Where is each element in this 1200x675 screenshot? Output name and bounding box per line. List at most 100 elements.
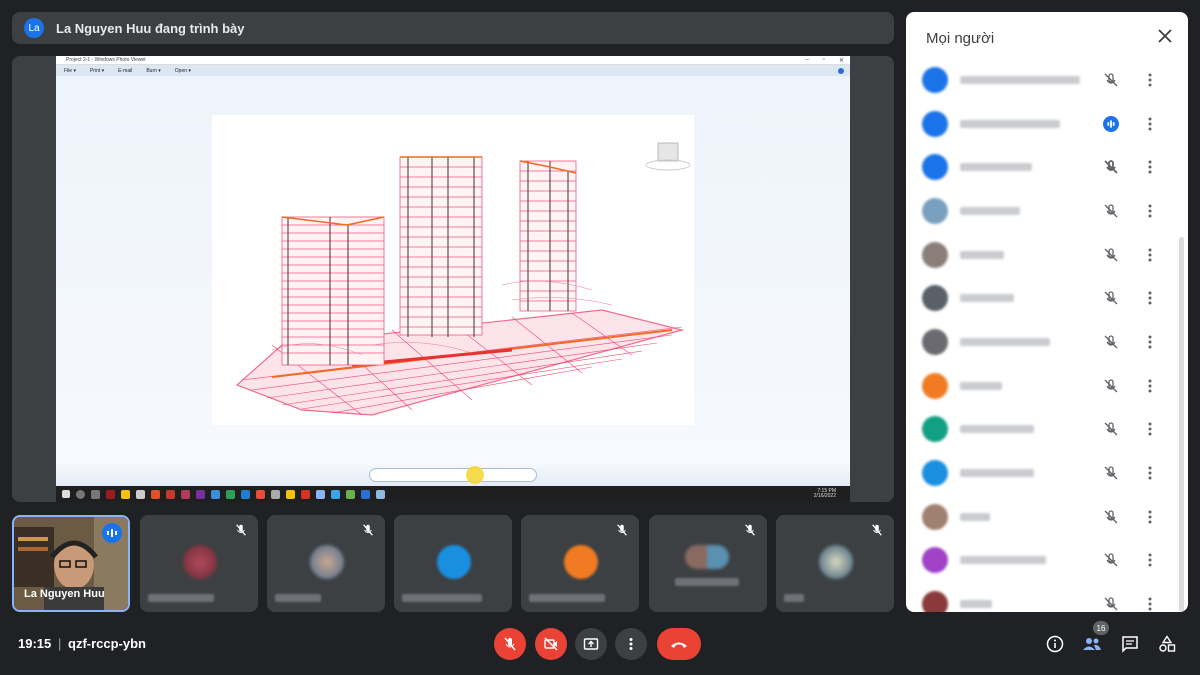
- participant-name: [148, 594, 214, 602]
- participant-avatar: [437, 545, 471, 579]
- participant-row[interactable]: [906, 189, 1176, 233]
- viewer-toolbar-controls: [369, 466, 537, 484]
- participant-row[interactable]: [906, 451, 1176, 495]
- participant-avatar: [922, 110, 948, 137]
- meeting-code: qzf-rccp-ybn: [68, 636, 146, 651]
- participant-name: [960, 337, 1050, 346]
- viewer-window-title: Project 2-1 - Windows Photo Viewer: [66, 57, 146, 63]
- window-controls: – ▫ ✕: [805, 56, 844, 64]
- present-screen-button[interactable]: [575, 628, 607, 660]
- app-icon: [271, 489, 280, 499]
- participant-row[interactable]: [906, 364, 1176, 408]
- participant-avatar: [922, 372, 948, 399]
- close-icon[interactable]: [1158, 29, 1172, 43]
- viewer-title-bar: Project 2-1 - Windows Photo Viewer – ▫ ✕: [56, 56, 850, 65]
- more-vert-icon[interactable]: [1142, 247, 1158, 263]
- more-vert-icon[interactable]: [1142, 596, 1158, 612]
- participant-tile[interactable]: [521, 515, 639, 612]
- more-vert-icon[interactable]: [1142, 116, 1158, 132]
- more-vert-icon[interactable]: [1142, 421, 1158, 437]
- participant-list: [906, 58, 1176, 612]
- more-vert-icon[interactable]: [1142, 72, 1158, 88]
- more-vert-icon[interactable]: [1142, 552, 1158, 568]
- speaking-indicator-icon: [1103, 115, 1119, 132]
- participant-name: [960, 119, 1060, 128]
- participant-row[interactable]: [906, 320, 1176, 364]
- taskbar-date: 2/16/2022: [813, 493, 836, 499]
- participant-tile[interactable]: [649, 515, 767, 612]
- participant-tile[interactable]: [776, 515, 894, 612]
- app-icon: [301, 489, 310, 499]
- app-icon: [151, 489, 160, 499]
- microphone-toggle-button[interactable]: [494, 628, 526, 660]
- viewer-menu-bar: File ▾ Print ▾ E-mail Burn ▾ Open ▾: [56, 65, 850, 76]
- more-vert-icon[interactable]: [1142, 290, 1158, 306]
- app-icon: [211, 489, 220, 499]
- participant-name: [960, 600, 992, 609]
- more-vert-icon[interactable]: [1142, 203, 1158, 219]
- self-video-tile[interactable]: La Nguyen Huu: [12, 515, 130, 612]
- participant-name: [784, 594, 804, 602]
- participant-tile[interactable]: [267, 515, 385, 612]
- people-panel-title: Mọi người: [926, 30, 995, 47]
- participant-tile[interactable]: [140, 515, 258, 612]
- activities-icon: [1159, 635, 1176, 652]
- more-vert-icon[interactable]: [1142, 378, 1158, 394]
- participant-name: [529, 594, 605, 602]
- viewer-menu-open: Open ▾: [174, 67, 191, 74]
- mic-off-icon: [1104, 73, 1118, 87]
- panel-scrollbar[interactable]: [1179, 237, 1184, 612]
- leave-call-button[interactable]: [657, 628, 701, 660]
- app-icon: [121, 489, 130, 499]
- presentation-stage[interactable]: Project 2-1 - Windows Photo Viewer – ▫ ✕ F…: [12, 56, 894, 502]
- participant-row[interactable]: [906, 539, 1176, 583]
- participant-row[interactable]: [906, 145, 1176, 189]
- mic-off-icon: [1104, 379, 1118, 393]
- participant-name: [960, 512, 990, 521]
- mic-off-icon: [1104, 466, 1118, 480]
- more-vert-icon[interactable]: [1142, 159, 1158, 175]
- chat-button[interactable]: [1120, 634, 1140, 654]
- viewer-menu-file: File ▾: [64, 67, 76, 74]
- participant-row[interactable]: [906, 233, 1176, 277]
- participant-row[interactable]: [906, 276, 1176, 320]
- building-model-image: [212, 115, 694, 425]
- participant-row[interactable]: [906, 58, 1176, 102]
- activities-button[interactable]: [1157, 634, 1177, 654]
- info-icon: [1046, 635, 1064, 653]
- presenter-banner: La La Nguyen Huu đang trình bày: [12, 12, 894, 44]
- camera-toggle-button[interactable]: [535, 628, 567, 660]
- participant-avatar: [922, 285, 948, 312]
- windows-taskbar: 7:15 PM 2/16/2022: [56, 486, 850, 502]
- participant-avatar: [922, 241, 948, 268]
- viewer-menu-burn: Burn ▾: [146, 67, 161, 74]
- mic-off-icon: [363, 524, 373, 536]
- participant-name: [960, 250, 1004, 259]
- app-icon: [166, 489, 175, 499]
- more-vert-icon[interactable]: [1142, 509, 1158, 525]
- help-icon: [838, 67, 844, 74]
- mic-off-icon: [1104, 291, 1118, 305]
- more-vert-icon[interactable]: [1142, 465, 1158, 481]
- more-options-button[interactable]: [615, 628, 647, 660]
- mic-off-icon: [1104, 335, 1118, 349]
- present-icon: [583, 638, 599, 650]
- people-button[interactable]: [1082, 634, 1102, 654]
- participant-tile[interactable]: [394, 515, 512, 612]
- participant-row[interactable]: [906, 582, 1176, 612]
- participant-row[interactable]: [906, 408, 1176, 452]
- app-icon: [241, 489, 250, 499]
- meeting-details-button[interactable]: [1045, 634, 1065, 654]
- people-panel: Mọi người: [906, 12, 1188, 612]
- viewer-menu-email: E-mail: [118, 67, 133, 74]
- participant-row[interactable]: [906, 495, 1176, 539]
- meeting-time: 19:15: [18, 636, 52, 651]
- participant-avatar: [819, 545, 853, 579]
- separator: |: [58, 636, 62, 651]
- mic-off-icon: [617, 524, 627, 536]
- participant-row[interactable]: [906, 102, 1176, 146]
- app-icon: [106, 489, 115, 499]
- viewer-toolbar: [56, 464, 850, 486]
- more-vert-icon[interactable]: [1142, 334, 1158, 350]
- participant-avatar: [564, 545, 598, 579]
